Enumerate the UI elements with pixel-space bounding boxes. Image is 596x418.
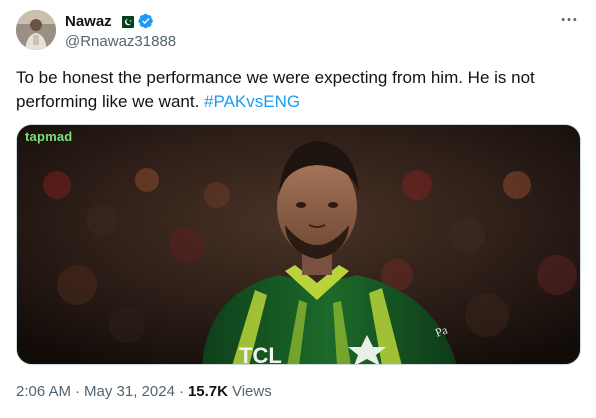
meta-separator: ·: [75, 383, 81, 400]
more-options-icon[interactable]: [558, 10, 580, 28]
tweet-card: Nawaz @Rnawaz31888 To be honest the perf…: [0, 0, 596, 418]
svg-text:TCL: TCL: [239, 343, 282, 365]
cricket-player-photo: TCL Pa: [17, 125, 580, 365]
author-handle[interactable]: @Rnawaz31888: [65, 33, 176, 50]
views-count: 15.7K: [187, 383, 228, 400]
author-name-row: Nawaz: [65, 11, 154, 31]
pakistan-flag-icon: [117, 15, 134, 28]
tweet-date[interactable]: May 31, 2024: [84, 383, 175, 400]
author-display-name[interactable]: Nawaz: [65, 13, 112, 30]
tweet-text: To be honest the performance we were exp…: [16, 66, 580, 114]
tweet-media[interactable]: TCL Pa tapmad: [16, 124, 581, 365]
hashtag-link[interactable]: #PAKvsENG: [204, 92, 300, 111]
tweet-meta: 2:06 AM · May 31, 2024 · 15.7K Views: [16, 383, 272, 400]
avatar[interactable]: [16, 10, 56, 50]
meta-separator: ·: [178, 383, 184, 400]
views-label: Views: [231, 383, 272, 400]
tweet-time[interactable]: 2:06 AM: [16, 383, 71, 400]
media-watermark: tapmad: [25, 129, 73, 144]
verified-badge-icon: [138, 13, 154, 29]
